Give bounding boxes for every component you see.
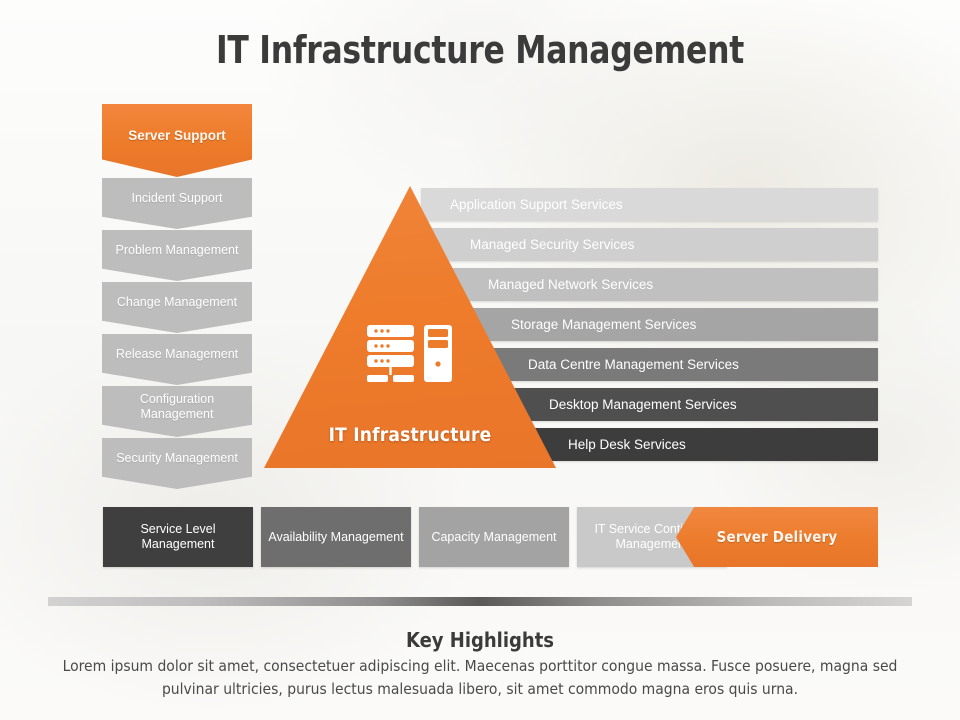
slide-canvas: IT Infrastructure Management Server Supp…	[0, 0, 960, 720]
bottom-process-box-label: Service Level Management	[140, 522, 216, 551]
key-highlights-body: Lorem ipsum dolor sit amet, consectetuer…	[62, 657, 898, 698]
server-delivery-arrow[interactable]: Server Delivery	[676, 507, 878, 567]
server-rack-icon	[367, 325, 452, 382]
service-bar-label: Help Desk Services	[568, 437, 686, 452]
left-process-item[interactable]: Server Support	[102, 104, 252, 177]
page-title: IT Infrastructure Management	[216, 28, 744, 72]
left-process-item-label: Server Support	[128, 128, 226, 143]
pyramid-shape[interactable]: IT Infrastructure	[264, 186, 556, 468]
bottom-process-box[interactable]: Service Level Management	[103, 507, 253, 567]
bottom-process-box[interactable]: Availability Management	[261, 507, 411, 567]
bottom-process-box-label: Capacity Management	[431, 529, 557, 544]
server-delivery-label: Server Delivery	[716, 528, 838, 546]
service-bar-label: Desktop Management Services	[549, 397, 737, 412]
bottom-process-box[interactable]: Capacity Management	[419, 507, 569, 567]
section-divider	[48, 597, 912, 606]
key-highlights-heading: Key Highlights	[405, 628, 555, 652]
bottom-process-box-label: Availability Management	[268, 529, 404, 544]
service-bar-label: Data Centre Management Services	[528, 357, 739, 372]
pyramid-label: IT Infrastructure	[328, 424, 492, 446]
